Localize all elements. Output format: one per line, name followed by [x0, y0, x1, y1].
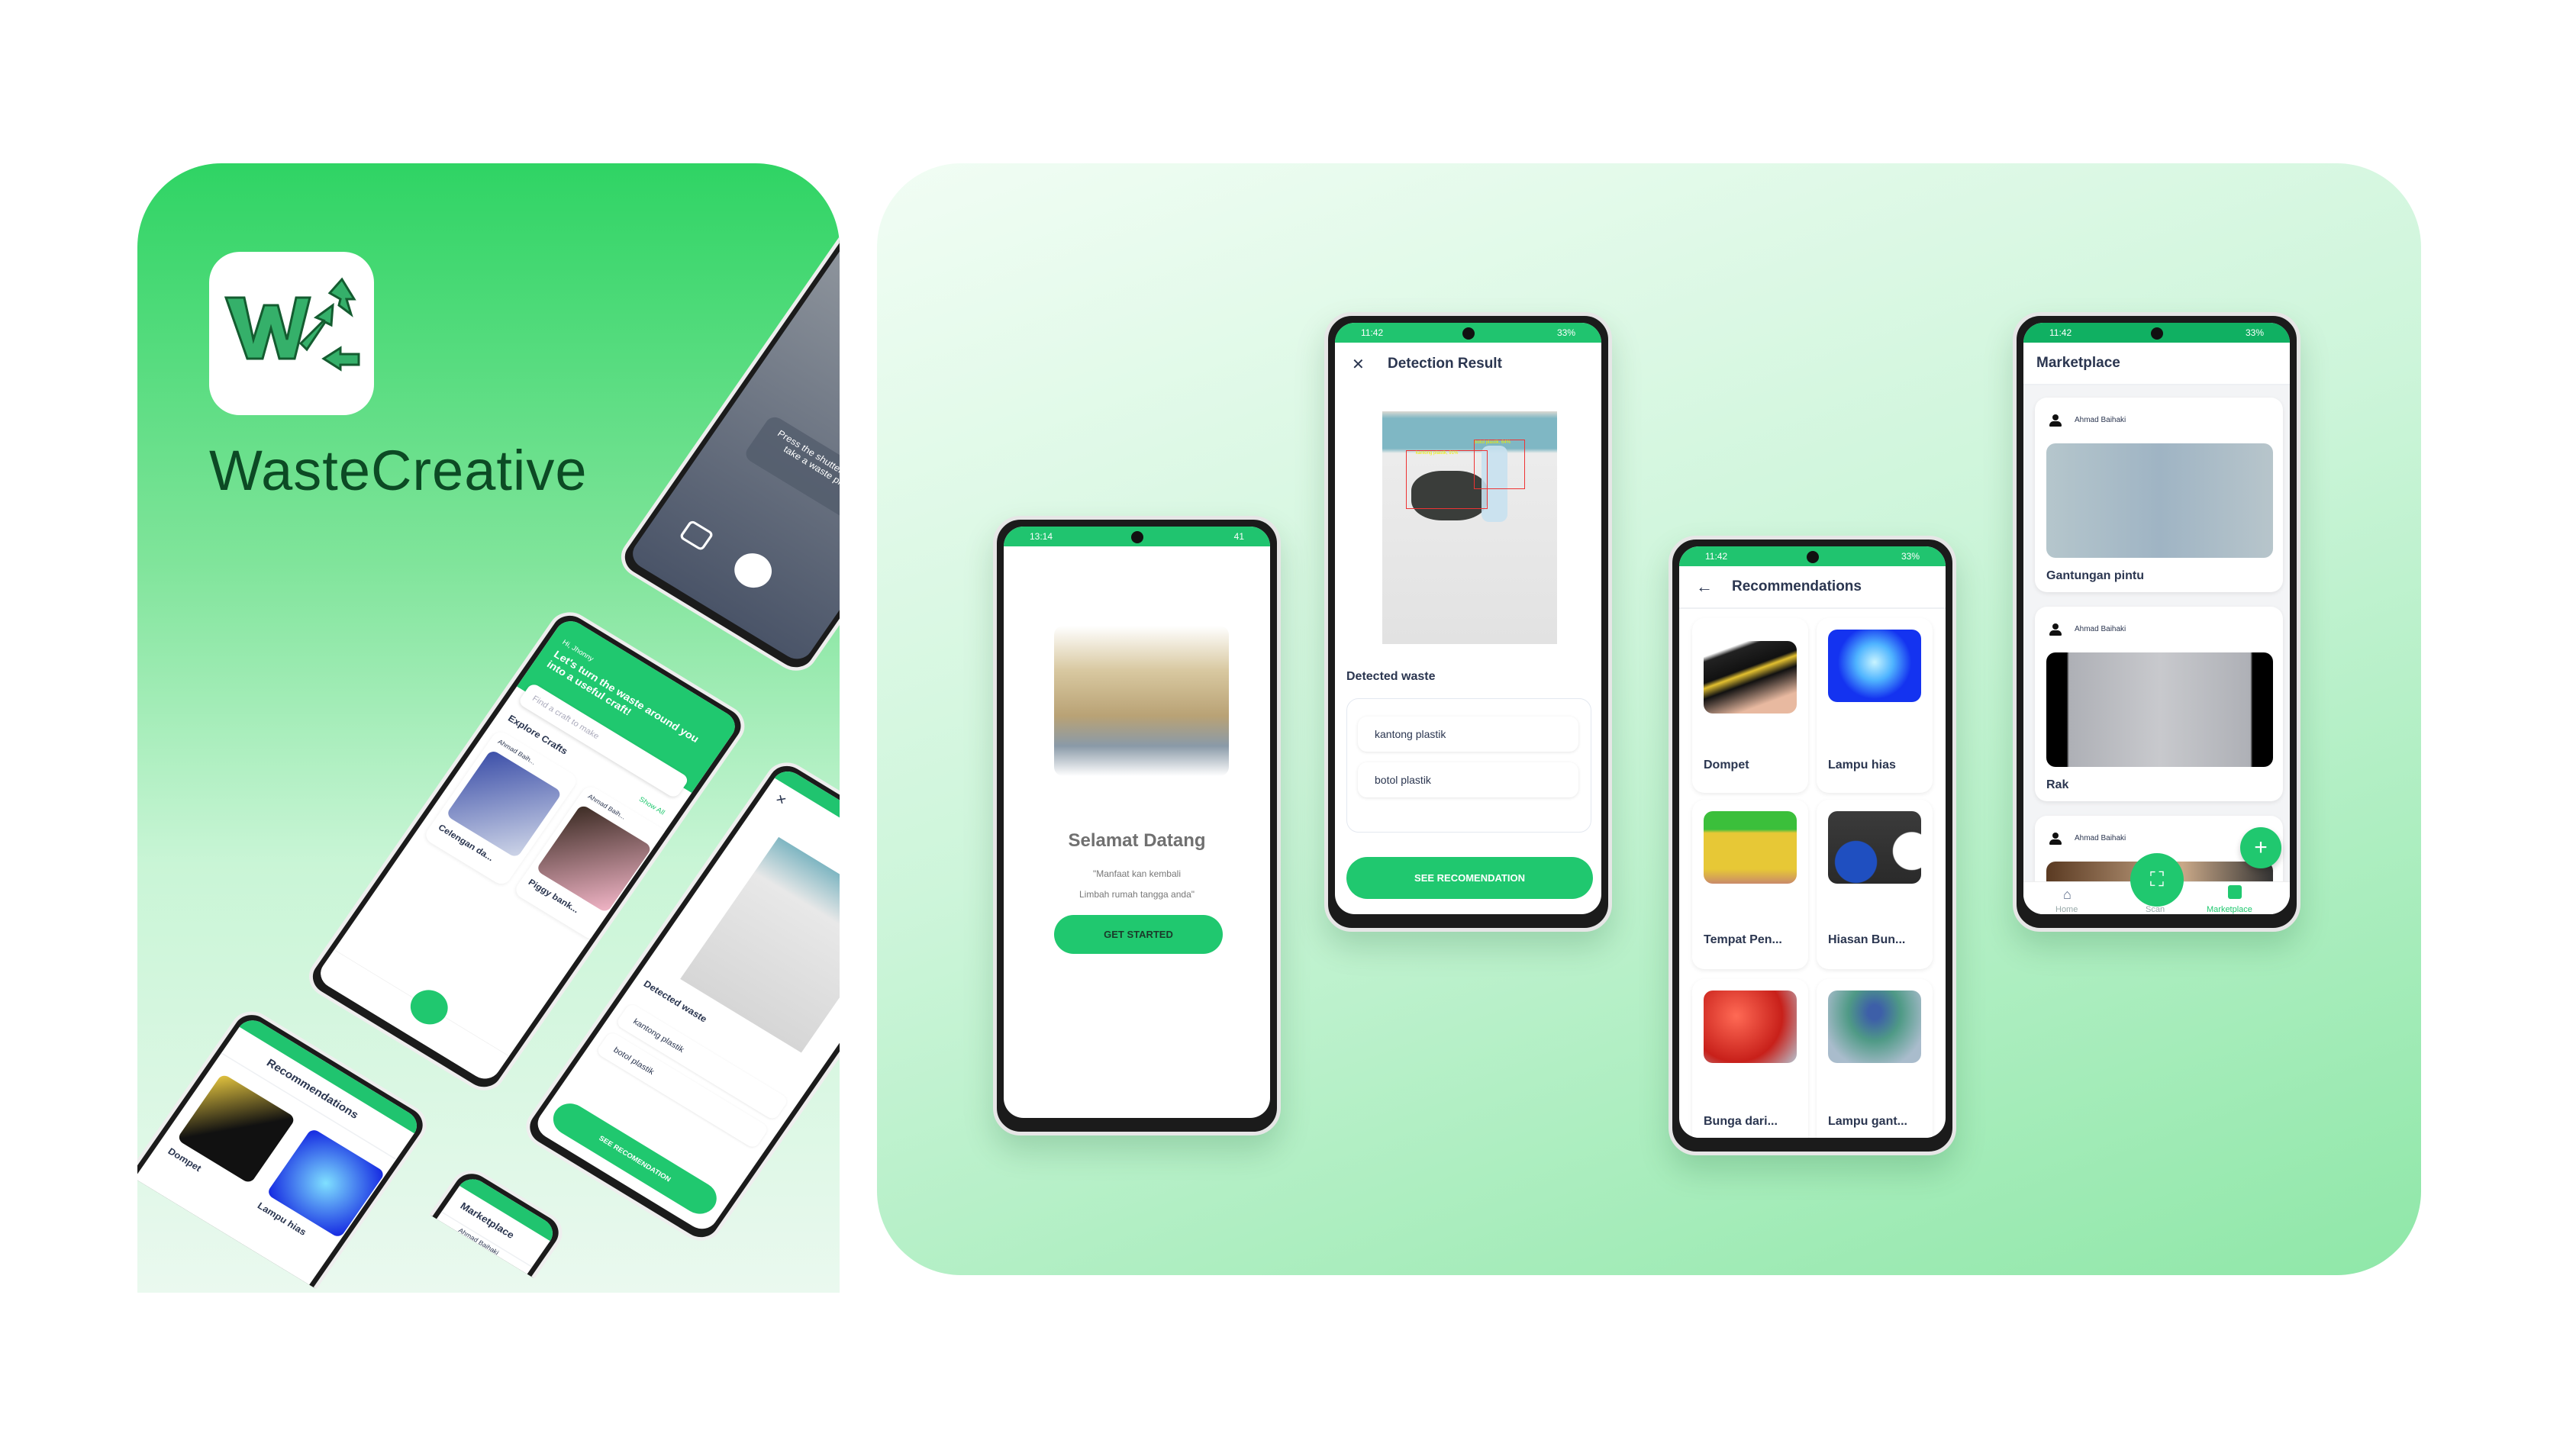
page-title: Detection Result	[1388, 356, 1502, 372]
mock-marketplace-phone: Marketplace Ahmad Baihaki	[429, 1162, 571, 1279]
see-recommendation-button[interactable]: SEE RECOMENDATION	[1346, 857, 1593, 899]
plus-icon: +	[2254, 835, 2268, 860]
bbox-bottle: botol plastik, 64%	[1474, 440, 1525, 489]
shutter-button[interactable]	[727, 546, 779, 594]
mock-camera-phone: Press the shutter button to take a waste…	[612, 185, 840, 679]
user-icon	[2049, 833, 2062, 845]
post-image	[2046, 443, 2273, 558]
close-icon[interactable]: ✕	[772, 791, 789, 809]
welcome-craft-image	[1054, 626, 1229, 776]
post-author: Ahmad Baihaki	[2075, 416, 2126, 424]
add-post-button[interactable]: +	[2240, 827, 2281, 868]
recommendation-card[interactable]: Hiasan Bun...	[1817, 800, 1933, 969]
post-image	[2046, 652, 2273, 767]
app-logo	[209, 252, 374, 415]
gallery-icon[interactable]	[679, 519, 714, 552]
marketplace-post[interactable]: Ahmad Baihaki Rak	[2035, 607, 2283, 801]
welcome-title: Selamat Datang	[1068, 830, 1206, 851]
post-author: Ahmad Baihaki	[2075, 834, 2126, 842]
nav-marketplace[interactable]: Marketplace	[2207, 905, 2252, 914]
page-title: Marketplace	[2023, 343, 2290, 385]
page-title: Recommendations	[1732, 578, 1862, 594]
post-title: Rak	[2046, 778, 2069, 791]
post-title: Gantungan pintu	[2046, 569, 2144, 582]
marketplace-phone: 11:42 33% Marketplace Ahmad Baihaki Gantu…	[2013, 312, 2300, 932]
welcome-phone: 13:14 41 Selamat Datang "Manfaat kan kemb…	[993, 516, 1281, 1135]
brand-panel: Press the shutter button to take a waste…	[137, 163, 840, 1293]
recommendation-card[interactable]: Lampu gant...	[1817, 979, 1933, 1138]
detection-image: kantong plastik, 91% botol plastik, 64%	[1382, 411, 1557, 644]
marketplace-post[interactable]: Ahmad Baihaki Gantungan pintu	[2035, 398, 2283, 592]
recommendation-card[interactable]: Dompet	[1692, 618, 1808, 793]
close-icon[interactable]: ✕	[1352, 355, 1365, 374]
shopping-bag-icon[interactable]	[2228, 885, 2242, 899]
detected-waste-heading: Detected waste	[1346, 670, 1436, 683]
user-icon	[2049, 414, 2062, 427]
user-icon	[2049, 623, 2062, 636]
app-name: WasteCreative	[209, 439, 588, 502]
detected-item: botol plastik	[1358, 762, 1578, 797]
recommendation-card[interactable]: Tempat Pen...	[1692, 800, 1808, 969]
show-all-link[interactable]: Show All	[637, 795, 666, 817]
recommendation-card[interactable]: Lampu hias	[1817, 618, 1933, 793]
recommendation-card[interactable]: Bunga dari...	[1692, 979, 1808, 1138]
mock-recommendations-phone: Recommendations Dompet Lampu hias	[137, 1003, 435, 1290]
scan-button[interactable]: ⛶	[2130, 853, 2184, 907]
recycle-w-logo-icon	[224, 277, 360, 372]
scan-icon: ⛶	[2149, 868, 2165, 891]
detection-phone: 11:42 33% ✕ Detection Result kantong plas…	[1324, 312, 1612, 932]
welcome-quote-line1: "Manfaat kan kembali	[1093, 868, 1181, 879]
home-icon[interactable]: ⌂	[2063, 887, 2072, 903]
post-author: Ahmad Baihaki	[2075, 625, 2126, 633]
camera-hint: Press the shutter button to take a waste…	[742, 414, 840, 533]
welcome-quote-line2: Limbah rumah tangga anda"	[1078, 889, 1195, 900]
detected-item: kantong plastik	[1358, 717, 1578, 752]
back-arrow-icon[interactable]: ←	[1696, 577, 1713, 597]
nav-home[interactable]: Home	[2055, 905, 2078, 914]
get-started-button[interactable]: GET STARTED	[1054, 915, 1223, 954]
recommendations-phone: 11:42 33% ← Recommendations Dompet Lampu …	[1669, 536, 1956, 1155]
